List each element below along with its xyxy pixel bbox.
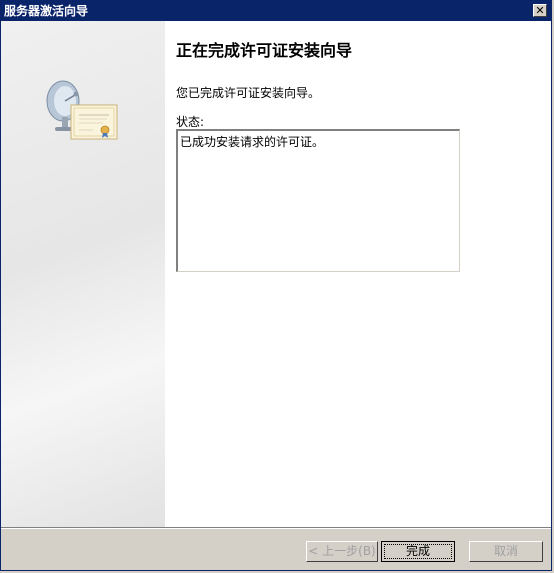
finish-button[interactable]: 完成 <box>381 541 455 562</box>
title-bar[interactable]: 服务器激活向导 ✕ <box>1 1 551 21</box>
status-textbox[interactable]: 已成功安装请求的许可证。 <box>176 129 460 272</box>
wizard-content: 正在完成许可证安装向导 您已完成许可证安装向导。 状态: 已成功安装请求的许可证… <box>1 21 551 527</box>
satellite-certificate-icon <box>46 80 118 140</box>
window-title: 服务器激活向导 <box>4 4 89 18</box>
footer-divider <box>1 527 551 529</box>
close-icon: ✕ <box>535 4 545 17</box>
back-button[interactable]: < 上一步(B) <box>306 541 378 562</box>
page-title: 正在完成许可证安装向导 <box>176 41 353 60</box>
wizard-window: 服务器激活向导 ✕ 正在完成许可证安装向导 您已完成许可证安装向导。 状态: 已… <box>0 0 552 571</box>
status-label: 状态: <box>176 115 205 129</box>
status-text: 已成功安装请求的许可证。 <box>180 135 325 149</box>
wizard-footer: < 上一步(B) 完成 取消 <box>1 527 551 570</box>
wizard-banner <box>1 21 165 527</box>
close-button[interactable]: ✕ <box>533 4 547 17</box>
cancel-button[interactable]: 取消 <box>469 541 543 562</box>
intro-text: 您已完成许可证安装向导。 <box>176 86 321 100</box>
